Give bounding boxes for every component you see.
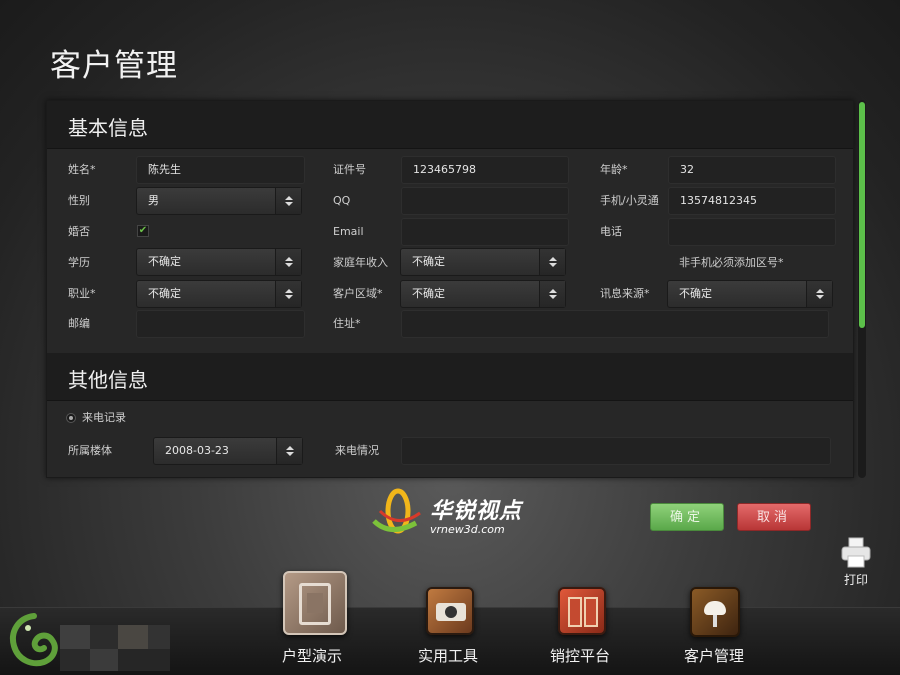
phone-field[interactable] [668,218,836,246]
mobile-label: 手机/小灵通 [600,194,659,207]
id-number-field[interactable]: 123465798 [401,156,569,184]
door-icon [283,571,347,635]
occupation-select-value: 不确定 [148,287,181,300]
basic-info-header: 基本信息 [47,101,853,149]
qq-field[interactable] [401,187,569,215]
brand-swirl-icon [372,488,421,534]
select-arrows-icon [806,281,832,307]
married-checkbox[interactable]: ✔ [137,225,149,237]
nav-label: 户型演示 [282,647,343,665]
call-record-radio[interactable] [66,413,76,423]
page-title: 客户管理 [50,48,178,84]
gender-select-value: 男 [148,194,159,207]
print-label: 打印 [843,573,868,587]
family-income-select[interactable]: 不确定 [400,248,566,276]
select-arrows-icon [275,188,301,214]
info-source-label: 讯息来源* [600,287,650,300]
brand-name: 华锐视点 [430,499,523,524]
info-source-select-value: 不确定 [679,287,712,300]
printer-icon [841,537,871,568]
select-arrows-icon [275,249,301,275]
select-arrows-icon [539,281,565,307]
info-source-select[interactable]: 不确定 [667,280,833,308]
basic-info-title: 基本信息 [68,116,148,140]
select-arrows-icon [275,281,301,307]
address-label: 住址* [333,317,361,330]
gender-label: 性别 [68,194,90,207]
scrollbar-thumb[interactable] [859,102,865,328]
other-info-title: 其他信息 [68,368,148,392]
brand-url: vrnew3d.com [430,523,505,536]
email-label: Email [333,225,364,238]
call-status-field[interactable] [401,437,831,465]
family-income-label: 家庭年收入 [333,256,388,269]
married-label: 婚否 [68,225,90,238]
blurred-region [60,625,170,671]
cancel-button[interactable]: 取消 [737,503,811,531]
select-arrows-icon [539,249,565,275]
customer-form-panel: 基本信息 姓名* 陈先生 证件号 123465798 年龄* 32 性别 男 Q… [46,100,854,478]
family-income-select-value: 不确定 [412,255,445,268]
occupation-label: 职业* [68,287,96,300]
mobile-field[interactable]: 13574812345 [668,187,836,215]
nav-item-customer-management[interactable]: 客户管理 [682,585,762,673]
call-status-label: 来电情况 [335,444,379,457]
qq-label: QQ [333,194,351,207]
name-label: 姓名* [68,163,96,176]
email-field[interactable] [401,218,569,246]
form-scrollbar[interactable] [858,100,866,478]
chair-icon [690,587,740,637]
brand-logo: 华锐视点 vrnew3d.com [370,487,550,541]
nav-label: 实用工具 [418,647,479,665]
nav-label: 客户管理 [684,647,745,665]
building-select-value: 2008-03-23 [165,444,229,457]
gender-select[interactable]: 男 [136,187,302,215]
dragon-icon [10,613,58,667]
address-field[interactable] [401,310,829,338]
customer-area-select[interactable]: 不确定 [400,280,566,308]
select-arrows-icon [276,438,302,464]
education-label: 学历 [68,256,90,269]
education-select-value: 不确定 [148,255,181,268]
nav-item-sales-control[interactable]: 销控平台 [548,585,628,673]
occupation-select[interactable]: 不确定 [136,280,302,308]
building-label: 所属楼体 [68,444,112,457]
age-label: 年龄* [600,163,628,176]
customer-area-label: 客户区域* [333,287,383,300]
print-button[interactable]: 打印 [836,536,876,592]
name-field[interactable]: 陈先生 [136,156,305,184]
phone-label: 电话 [600,225,622,238]
customer-area-select-value: 不确定 [412,287,445,300]
other-info-header: 其他信息 [47,353,853,401]
nav-item-layout-demo[interactable]: 户型演示 [276,568,356,672]
building-select[interactable]: 2008-03-23 [153,437,303,465]
nav-item-tools[interactable]: 实用工具 [416,585,496,673]
id-number-label: 证件号 [333,163,366,176]
nav-label: 销控平台 [550,647,611,665]
cabinet-icon [558,587,606,635]
confirm-button[interactable]: 确定 [650,503,724,531]
corner-dragon-logo [8,612,60,670]
call-record-label: 来电记录 [82,411,126,424]
camera-icon [426,587,474,635]
age-field[interactable]: 32 [668,156,836,184]
phone-area-code-note: 非手机必须添加区号* [679,256,784,269]
education-select[interactable]: 不确定 [136,248,302,276]
postcode-label: 邮编 [68,317,90,330]
postcode-field[interactable] [136,310,305,338]
